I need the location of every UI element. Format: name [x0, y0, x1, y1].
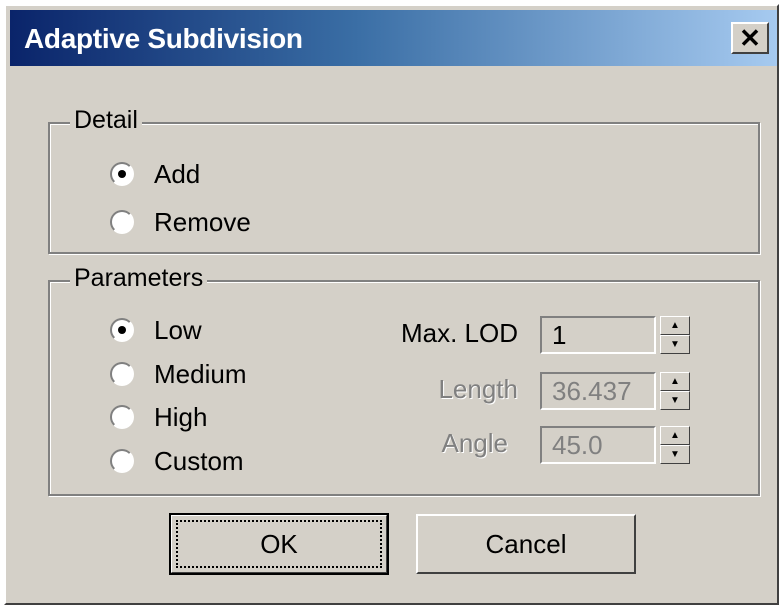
radio-custom[interactable]: Custom — [110, 443, 244, 479]
spin-up-icon[interactable]: ▲ — [660, 316, 690, 335]
radio-label-medium: Medium — [154, 358, 247, 389]
radio-remove[interactable]: Remove — [110, 204, 251, 240]
dialog-window: Adaptive Subdivision ✕ Detail Add Remove… — [4, 4, 779, 605]
max-lod-input[interactable]: 1 — [540, 316, 656, 354]
close-button[interactable]: ✕ — [731, 22, 769, 54]
radio-selected-dot — [118, 326, 126, 334]
angle-label: Angle — [441, 428, 509, 458]
spin-down-icon[interactable]: ▼ — [660, 445, 690, 464]
max-lod-label: Max. LOD — [400, 318, 518, 348]
max-lod-spinner[interactable]: ▲ ▼ — [660, 316, 690, 354]
radio-label-low: Low — [154, 314, 202, 345]
spin-up-icon[interactable]: ▲ — [660, 372, 690, 391]
radio-low[interactable]: Low — [110, 312, 202, 348]
spin-up-icon[interactable]: ▲ — [660, 426, 690, 445]
title-bar[interactable]: Adaptive Subdivision ✕ — [10, 10, 777, 66]
radio-button-high[interactable] — [110, 405, 134, 429]
length-spinner[interactable]: ▲ ▼ — [660, 372, 690, 410]
detail-group: Detail Add Remove — [48, 106, 760, 254]
radio-label-high: High — [154, 401, 208, 432]
radio-high[interactable]: High — [110, 399, 207, 435]
focus-indicator — [176, 520, 382, 568]
radio-label-add: Add — [154, 158, 201, 189]
radio-button-low[interactable] — [110, 318, 134, 342]
parameters-group: Parameters Low Medium High Custom Max. L… — [48, 264, 760, 496]
radio-button-add[interactable] — [110, 162, 134, 186]
radio-button-custom[interactable] — [110, 449, 134, 473]
angle-spinner[interactable]: ▲ ▼ — [660, 426, 690, 464]
radio-selected-dot — [118, 170, 126, 178]
radio-button-medium[interactable] — [110, 362, 134, 386]
radio-add[interactable]: Add — [110, 156, 200, 192]
spin-down-icon[interactable]: ▼ — [660, 335, 690, 354]
parameters-group-label: Parameters — [70, 264, 208, 293]
radio-label-remove: Remove — [154, 206, 251, 237]
cancel-button[interactable]: Cancel — [416, 514, 636, 574]
radio-button-remove[interactable] — [110, 210, 134, 234]
radio-medium[interactable]: Medium — [110, 356, 246, 392]
spin-down-icon[interactable]: ▼ — [660, 391, 690, 410]
length-label: Length — [438, 374, 518, 404]
length-input[interactable]: 36.437 — [540, 372, 656, 410]
detail-group-label: Detail — [70, 106, 142, 135]
angle-input[interactable]: 45.0 — [540, 426, 656, 464]
ok-button[interactable]: OK — [169, 513, 389, 575]
radio-label-custom: Custom — [154, 445, 244, 476]
window-title: Adaptive Subdivision — [24, 23, 303, 54]
cancel-button-label: Cancel — [485, 528, 567, 559]
close-icon: ✕ — [739, 22, 761, 53]
